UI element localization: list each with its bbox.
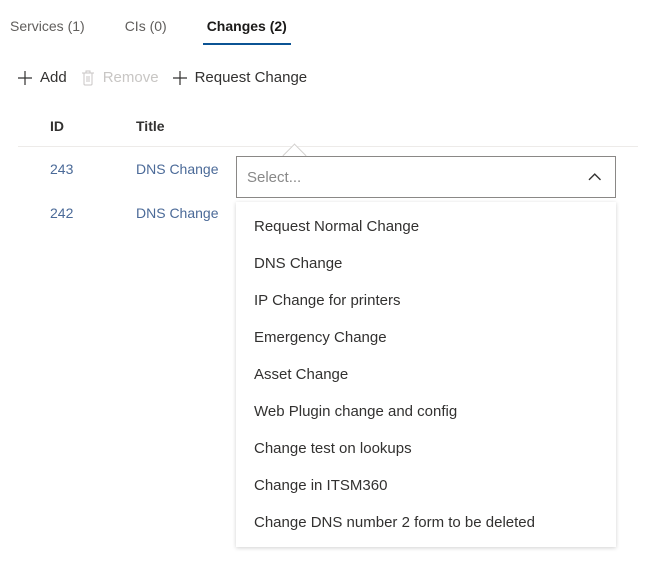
dropdown-option[interactable]: Web Plugin change and config bbox=[236, 393, 616, 430]
dropdown-option[interactable]: Change in ITSM360 bbox=[236, 467, 616, 504]
cell-id: 243 bbox=[50, 161, 136, 177]
tabs-bar: Services (1) CIs (0) Changes (2) bbox=[0, 0, 656, 45]
tab-services[interactable]: Services (1) bbox=[6, 10, 89, 44]
dropdown-search-input[interactable] bbox=[247, 169, 588, 186]
dropdown-option[interactable]: Change DNS number 2 form to be deleted bbox=[236, 504, 616, 541]
cell-id: 242 bbox=[50, 205, 136, 221]
request-change-button-label: Request Change bbox=[195, 69, 308, 86]
plus-icon bbox=[18, 71, 32, 85]
plus-icon bbox=[173, 71, 187, 85]
remove-button: Remove bbox=[81, 69, 159, 86]
dropdown-option[interactable]: Request Normal Change bbox=[236, 208, 616, 245]
tab-cis[interactable]: CIs (0) bbox=[121, 10, 171, 44]
dropdown-select-input[interactable] bbox=[236, 156, 616, 198]
trash-icon bbox=[81, 70, 95, 86]
dropdown-option[interactable]: IP Change for printers bbox=[236, 282, 616, 319]
remove-button-label: Remove bbox=[103, 69, 159, 86]
dropdown-options-list: Request Normal Change DNS Change IP Chan… bbox=[236, 202, 616, 547]
dropdown-option[interactable]: DNS Change bbox=[236, 245, 616, 282]
column-header-title[interactable]: Title bbox=[136, 118, 638, 134]
dropdown-option[interactable]: Emergency Change bbox=[236, 319, 616, 356]
column-header-id[interactable]: ID bbox=[50, 118, 136, 134]
chevron-up-icon[interactable] bbox=[588, 173, 601, 181]
add-button-label: Add bbox=[40, 69, 67, 86]
toolbar: Add Remove Request Change bbox=[0, 45, 656, 104]
dropdown-option[interactable]: Change test on lookups bbox=[236, 430, 616, 467]
add-button[interactable]: Add bbox=[18, 69, 67, 86]
table-header: ID Title bbox=[18, 104, 638, 147]
dropdown-option[interactable]: Asset Change bbox=[236, 356, 616, 393]
tab-changes[interactable]: Changes (2) bbox=[203, 10, 291, 44]
request-change-button[interactable]: Request Change bbox=[173, 69, 308, 86]
request-change-dropdown: Request Normal Change DNS Change IP Chan… bbox=[236, 156, 616, 547]
